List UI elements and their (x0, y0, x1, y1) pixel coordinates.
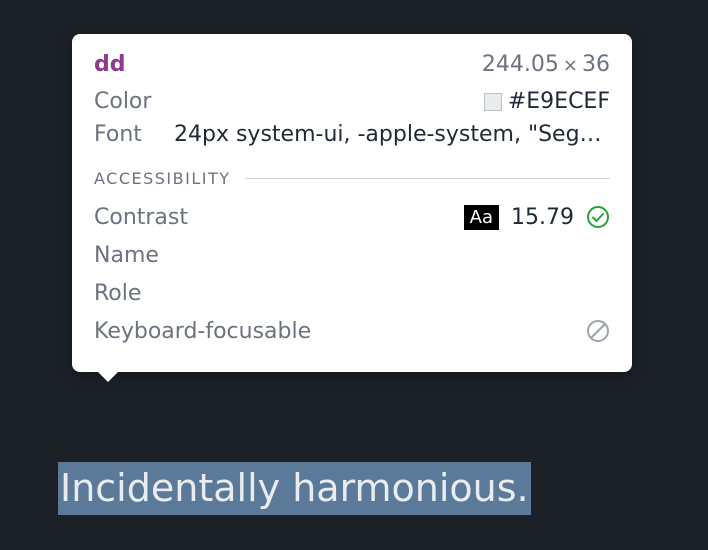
contrast-sample-swatch: Aa (464, 205, 499, 230)
a11y-label: Name (94, 243, 610, 268)
times-symbol: × (559, 55, 582, 76)
a11y-label: Role (94, 281, 610, 306)
dimension-width: 244.05 (482, 52, 559, 77)
element-dimensions: 244.05×36 (482, 52, 610, 77)
property-row-font: Font 24px system-ui, -apple-system, "Seg… (94, 122, 610, 147)
font-value: 24px system-ui, -apple-system, "Segoe… (174, 122, 610, 147)
a11y-label: Contrast (94, 205, 464, 230)
a11y-value: Aa 15.79 (464, 205, 610, 230)
dimension-height: 36 (582, 52, 610, 77)
tooltip-header: dd 244.05×36 (94, 52, 610, 77)
color-hex: #E9ECEF (508, 89, 610, 114)
a11y-label: Keyboard-focusable (94, 319, 586, 344)
divider (245, 178, 610, 179)
property-label: Font (94, 122, 174, 147)
tooltip-arrow (96, 370, 120, 382)
element-tag-name: dd (94, 52, 126, 77)
property-value: #E9ECEF (174, 89, 610, 114)
inspected-text-highlight[interactable]: Incidentally harmonious. (58, 462, 531, 515)
a11y-value (586, 319, 610, 343)
section-title: Accessibility (94, 169, 231, 188)
color-swatch (484, 93, 502, 111)
contrast-ratio: 15.79 (511, 205, 574, 230)
accessibility-section-header: Accessibility (94, 169, 610, 188)
check-circle-icon (586, 205, 610, 229)
accessibility-row-name: Name (94, 240, 610, 270)
property-label: Color (94, 89, 174, 114)
accessibility-row-role: Role (94, 278, 610, 308)
accessibility-row-keyboard: Keyboard-focusable (94, 316, 610, 346)
property-row-color: Color #E9ECEF (94, 89, 610, 114)
not-allowed-icon (586, 319, 610, 343)
element-inspector-tooltip: dd 244.05×36 Color #E9ECEF Font 24px sys… (72, 34, 632, 372)
accessibility-row-contrast: Contrast Aa 15.79 (94, 202, 610, 232)
